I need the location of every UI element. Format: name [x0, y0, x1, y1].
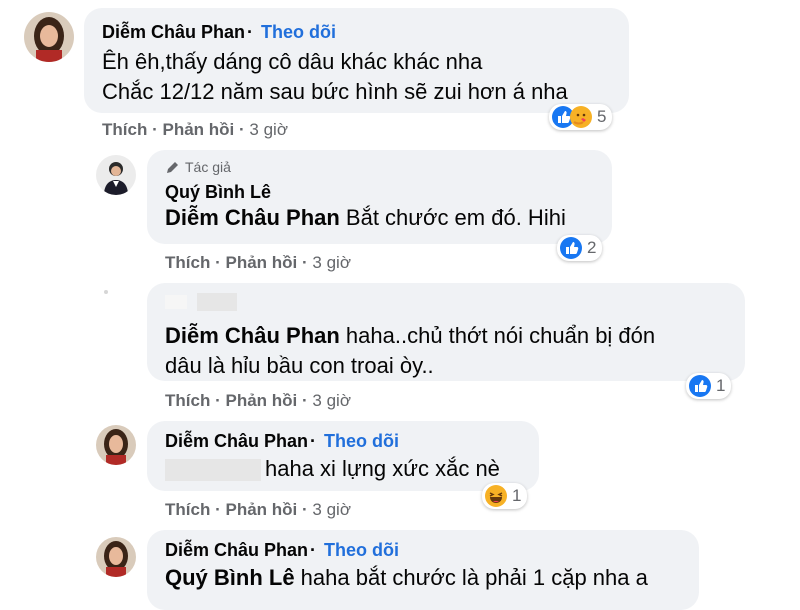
avatar[interactable] [96, 537, 136, 577]
author-badge: Tác giả [165, 159, 594, 178]
redacted-mention [165, 459, 261, 482]
hidden-avatar [104, 290, 108, 294]
comment-text-line-2: dâu là hỉu bầu con troai òy.. [165, 353, 434, 378]
like-button[interactable]: Thích [165, 391, 210, 410]
reply-button[interactable]: Phản hồi [225, 391, 297, 410]
reply-button[interactable]: Phản hồi [225, 500, 297, 519]
haha-icon [485, 485, 507, 507]
commenter-name[interactable]: Diễm Châu Phan [102, 22, 245, 42]
avatar[interactable] [96, 155, 136, 195]
profile-photo-icon [96, 425, 136, 465]
comment-bubble: Tác giả Quý Bình Lê Diễm Châu Phan Bắt c… [147, 150, 612, 244]
timestamp[interactable]: 3 giờ [312, 500, 351, 519]
like-button[interactable]: Thích [102, 120, 147, 139]
separator: · [239, 120, 245, 139]
reaction-count: 1 [716, 376, 726, 395]
comment-actions: Thích · Phản hồi · 3 giờ [102, 120, 288, 140]
follow-button[interactable]: Theo dõi [324, 540, 399, 560]
profile-photo-icon [96, 537, 136, 577]
commenter-name[interactable]: Diễm Châu Phan [165, 431, 308, 451]
commenter-name[interactable]: Diễm Châu Phan [165, 540, 308, 560]
comment-text-line-1: Diễm Châu Phan haha..chủ thớt nói chuẩn … [165, 321, 727, 351]
separator: · [215, 253, 221, 272]
separator: · [215, 391, 221, 410]
comment-text: haha xi lựng xức xắc nè [165, 454, 521, 484]
timestamp[interactable]: 3 giờ [312, 391, 351, 410]
comment-text-line-1: Êh êh,thấy dáng cô dâu khác khác nha [102, 49, 483, 74]
like-button[interactable]: Thích [165, 253, 210, 272]
comment-text: Quý Bình Lê haha bắt chước là phải 1 cặp… [165, 563, 681, 593]
author-badge-label: Tác giả [185, 159, 231, 175]
comment-bubble: Diễm Châu Phan · Theo dõi Quý Bình Lê haha… [147, 530, 699, 610]
like-icon [560, 237, 582, 259]
care-icon [570, 106, 592, 128]
profile-photo-icon [24, 12, 74, 62]
separator: · [152, 120, 158, 139]
separator: · [215, 500, 221, 519]
like-icon [689, 375, 711, 397]
pencil-icon [165, 159, 181, 178]
reply-button[interactable]: Phản hồi [162, 120, 234, 139]
reply-button[interactable]: Phản hồi [225, 253, 297, 272]
comment-body: haha bắt chước là phải 1 cặp nha a [294, 565, 648, 590]
commenter-name[interactable]: Quý Bình Lê [165, 182, 271, 202]
separator: · [302, 391, 308, 410]
reaction-count: 5 [597, 107, 607, 126]
comment-actions: Thích · Phản hồi · 3 giờ [165, 391, 351, 411]
profile-photo-icon [96, 155, 136, 195]
comment-text: Diễm Châu Phan Bắt chước em đó. Hihi [165, 203, 594, 233]
reaction-summary[interactable]: 1 [686, 373, 732, 399]
reaction-summary[interactable]: 5 [549, 104, 613, 130]
reaction-count: 2 [587, 238, 597, 257]
separator: · [310, 431, 317, 451]
separator: · [302, 253, 308, 272]
mention-link[interactable]: Quý Bình Lê [165, 565, 295, 590]
follow-button[interactable]: Theo dõi [324, 431, 399, 451]
comment-actions: Thích · Phản hồi · 3 giờ [165, 253, 351, 273]
comment-actions: Thích · Phản hồi · 3 giờ [165, 500, 351, 520]
mention-link[interactable]: Diễm Châu Phan [165, 205, 340, 230]
separator: · [310, 540, 317, 560]
like-button[interactable]: Thích [165, 500, 210, 519]
comment-bubble: Diễm Châu Phan haha..chủ thớt nói chuẩn … [147, 283, 745, 381]
comment-body: Bắt chước em đó. Hihi [339, 205, 566, 230]
separator: · [247, 22, 254, 42]
comment-bubble: Diễm Châu Phan · Theo dõi haha xi lựng xức… [147, 421, 539, 491]
follow-button[interactable]: Theo dõi [261, 22, 336, 42]
timestamp[interactable]: 3 giờ [312, 253, 351, 272]
avatar[interactable] [96, 425, 136, 465]
comment-text-line-2: Chắc 12/12 năm sau bức hình sẽ zui hơn á… [102, 79, 568, 104]
comment-bubble: Diễm Châu Phan · Theo dõi Êh êh,thấy dáng … [84, 8, 629, 113]
comment-body: haha xi lựng xức xắc nè [265, 456, 500, 481]
timestamp[interactable]: 3 giờ [249, 120, 288, 139]
separator: · [302, 500, 308, 519]
reaction-summary[interactable]: 2 [557, 235, 603, 261]
reaction-count: 1 [512, 486, 522, 505]
comment-body: haha..chủ thớt nói chuẩn bị đón [339, 323, 656, 348]
redacted-name [165, 293, 727, 315]
reaction-summary[interactable]: 1 [482, 483, 528, 509]
mention-link[interactable]: Diễm Châu Phan [165, 323, 340, 348]
avatar[interactable] [24, 12, 74, 62]
